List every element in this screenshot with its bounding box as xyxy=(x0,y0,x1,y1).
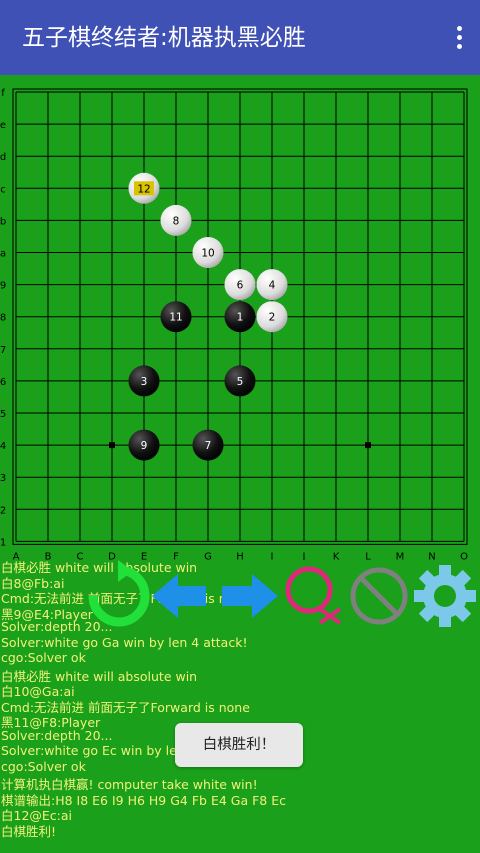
star-point xyxy=(365,442,371,449)
row-label: 5 xyxy=(0,409,6,420)
row-label: e xyxy=(0,120,6,131)
control-bar xyxy=(0,560,480,632)
log-line: 白棋胜利! xyxy=(1,823,57,839)
log-line: cgo:Solver ok xyxy=(1,650,86,665)
restart-icon xyxy=(88,560,150,627)
row-label: f xyxy=(1,88,5,99)
undo-button[interactable] xyxy=(150,560,220,632)
log-line: Solver:depth 20... xyxy=(1,727,113,743)
stone-number: 5 xyxy=(237,376,244,388)
restart-button[interactable] xyxy=(83,560,153,632)
row-label: 3 xyxy=(0,473,6,484)
gear-icon xyxy=(414,565,476,627)
row-label: b xyxy=(0,216,6,227)
redo-button[interactable] xyxy=(216,560,286,632)
row-label: d xyxy=(0,152,6,163)
stone-number: 7 xyxy=(205,440,212,452)
search-hint-icon xyxy=(285,566,342,625)
settings-button[interactable] xyxy=(410,560,480,632)
log-line: Solver:white go Ga win by len 4 attack! xyxy=(1,634,248,650)
row-label: 6 xyxy=(0,377,6,388)
gomoku-board[interactable]: ABCDEFGHIJKLMNO123456789abcdef1234567891… xyxy=(0,75,480,560)
stone-number: 6 xyxy=(237,280,244,292)
stone-number: 8 xyxy=(173,215,180,227)
log-line: cgo:Solver ok xyxy=(1,758,86,774)
row-label: a xyxy=(0,249,6,260)
star-point xyxy=(109,442,115,449)
stone-number: 2 xyxy=(269,312,276,324)
app-bar: 五子棋终结者:机器执黑必胜 xyxy=(0,0,480,75)
stone-number: 11 xyxy=(169,312,182,324)
stone-number: 4 xyxy=(269,280,276,292)
stone-number: 10 xyxy=(201,248,214,260)
stone-number: 9 xyxy=(141,440,148,452)
undo-arrow-icon xyxy=(152,574,206,618)
win-toast: 白棋胜利！ xyxy=(175,723,303,767)
row-label: 2 xyxy=(0,505,6,516)
more-vert-icon[interactable] xyxy=(452,24,466,52)
stone-number: 3 xyxy=(141,376,148,388)
row-label: 7 xyxy=(0,345,6,356)
forbidden-icon xyxy=(350,567,408,625)
row-label: c xyxy=(0,184,6,195)
app-title: 五子棋终结者:机器执黑必胜 xyxy=(22,25,306,51)
stone-number: 1 xyxy=(237,312,244,324)
row-label: 8 xyxy=(0,313,6,324)
board-canvas[interactable]: A B C D E F G H I J K L M N O123456789abcdef1 234567891… xyxy=(0,75,480,560)
row-label: 4 xyxy=(0,441,6,452)
forbidden-toggle[interactable] xyxy=(346,560,416,632)
redo-arrow-icon xyxy=(222,574,278,618)
stone-number: 12 xyxy=(137,183,150,195)
search-hint-button[interactable] xyxy=(282,560,352,632)
row-label: 1 xyxy=(0,537,6,548)
row-label: 9 xyxy=(0,281,6,292)
